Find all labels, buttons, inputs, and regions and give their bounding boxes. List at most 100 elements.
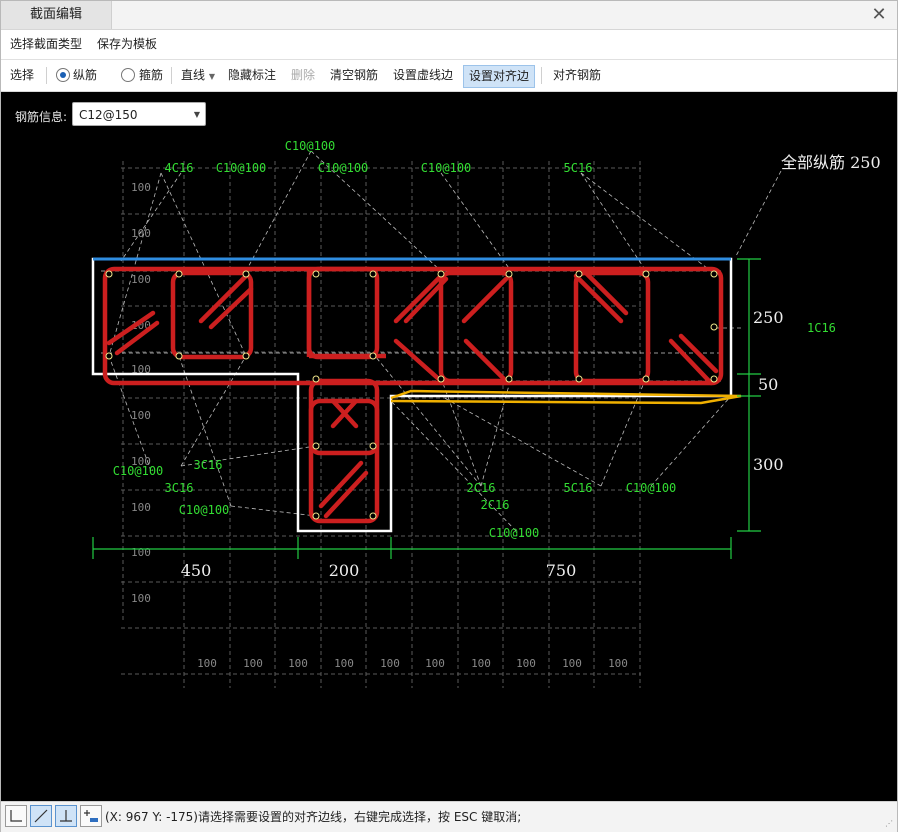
grid-step-label: 100 [425,657,445,670]
rebar-bar [437,270,445,278]
rebar-bar [642,270,650,278]
dimension-label-300: 300 [753,455,784,474]
longitudinal-radio[interactable] [56,68,70,82]
rebar-label-top-c10-d: C10@100 [421,161,472,175]
rebar-bar [312,512,320,520]
outer-stirrup [102,266,724,386]
stirrup-hook [393,273,444,324]
rebar-bar [312,442,320,450]
section-drawing[interactable]: 100 100 100 100 100 100 100 100 100 100 100 100 100 1… [1,92,897,801]
rebar-label-top-4c16: 4C16 [165,161,194,175]
status-message: (X: 967 Y: -175)请选择需要设置的对齐边线，右键完成选择，按 ES… [105,802,521,832]
leader-line [650,395,732,487]
set-align-edge-button[interactable]: 设置对齐边 [463,65,536,88]
rebar-info-value: C12@150 [79,108,138,122]
rebar-label-left-3c16-a: 3C16 [194,458,223,472]
rebar-bar [710,323,718,331]
menu-bar: 选择截面类型 保存为模板 [1,30,897,60]
select-tool[interactable]: 选择 [10,60,34,91]
status-text: 请选择需要设置的对齐边线，右键完成选择，按 ESC 键取消; [198,810,522,824]
grid-step-label: 100 [131,546,151,559]
stirrup-hook [678,333,719,374]
grid-step-label: 100 [197,657,217,670]
add-point-icon[interactable] [80,805,102,827]
ortho-icon[interactable] [5,805,27,827]
clear-rebar-button[interactable]: 清空钢筋 [330,60,378,91]
menu-save-template[interactable]: 保存为模板 [97,30,157,59]
rebar-label-mid-2c16-b: 2C16 [481,498,510,512]
rebar-bar [369,270,377,278]
rebar-info-select[interactable]: C12@150 ▼ [72,102,206,126]
delete-button[interactable]: 删除 [291,60,315,91]
rebar-label-top-c10-c: C10@100 [318,161,369,175]
rebar-label-top-c10-a: C10@100 [285,139,336,153]
grid-step-label: 100 [334,657,354,670]
grid-step-label: 100 [131,501,151,514]
grid-step-label: 100 [471,657,491,670]
dimension-label-450: 450 [181,561,212,580]
grid-step-label: 100 [243,657,263,670]
grid-step-label: 100 [131,409,151,422]
dimension-label-750: 750 [546,561,577,580]
chevron-down-icon: ▼ [193,110,200,119]
rebar-bar [369,442,377,450]
leader-line [230,505,317,517]
menu-select-section-type[interactable]: 选择截面类型 [10,30,82,59]
stirrup-label[interactable]: 箍筋 [139,60,163,91]
section-editor-window: 截面编辑 ✕ 选择截面类型 保存为模板 选择 纵筋 箍筋 直线 ▼ 隐藏标注 删… [0,0,898,832]
rebar-bar [710,375,718,383]
rebar-bar [505,375,513,383]
rebar-label-right-5c16: 5C16 [564,481,593,495]
grid-step-label: 100 [288,657,308,670]
leader-line [440,395,602,487]
grid-step-label: 100 [131,227,151,240]
toolbar: 选择 纵筋 箍筋 直线 ▼ 隐藏标注 删除 清空钢筋 设置虚线边 设置对齐边 对… [1,60,897,92]
dimension-label-50: 50 [758,375,778,394]
rebar-bar [175,270,183,278]
rebar-bar [710,270,718,278]
leader-line [735,170,782,257]
leader-line [480,377,512,487]
rebar-info-label: 钢筋信息: [15,110,68,124]
rebar-bar [642,375,650,383]
resize-grip-icon[interactable]: ⋰ [885,819,893,828]
stirrup-radio[interactable] [121,68,135,82]
rebar-label-left-3c16-b: 3C16 [165,481,194,495]
perpendicular-icon[interactable] [55,805,77,827]
leader-line [120,172,182,262]
rebar-label-top-5c16: 5C16 [564,161,593,175]
rebar-label-mid-2c16-a: 2C16 [467,481,496,495]
toolbar-divider [541,67,542,84]
longitudinal-label[interactable]: 纵筋 [73,60,97,91]
rebar-bar [575,375,583,383]
grid-step-label: 100 [516,657,536,670]
stirrup-hook [463,338,509,384]
leader-line [180,355,247,467]
rebar-bar [175,352,183,360]
leader-line [580,172,647,272]
status-bar: (X: 967 Y: -175)请选择需要设置的对齐边线，右键完成选择，按 ES… [1,801,897,832]
stirrup-hook [393,338,444,384]
line-snap-icon[interactable] [30,805,52,827]
grid-step-label: 100 [131,592,151,605]
leader-line [370,350,482,487]
close-icon[interactable]: ✕ [869,5,889,25]
rebar-label-left-c10: C10@100 [113,464,164,478]
rebar-bar [242,270,250,278]
line-dropdown[interactable]: 直线 ▼ [181,60,215,91]
rebar-bar [312,270,320,278]
hide-labels-button[interactable]: 隐藏标注 [228,60,276,91]
rebar-label-right-1c16: 1C16 [807,321,836,335]
drawing-canvas[interactable]: 100 100 100 100 100 100 100 100 100 100 100 100 100 1… [1,92,897,801]
dimension-label-200: 200 [329,561,360,580]
dimension-label-250: 250 [753,308,784,327]
leader-line [440,172,512,272]
set-dashed-edge-button[interactable]: 设置虚线边 [393,60,453,91]
toolbar-divider [46,67,47,84]
grid-step-label: 100 [131,181,151,194]
align-rebar-button[interactable]: 对齐钢筋 [553,60,601,91]
grid-step-label: 100 [562,657,582,670]
leader-line [440,377,482,487]
rebar-label-top-c10-b: C10@100 [216,161,267,175]
grid-step-label: 100 [380,657,400,670]
